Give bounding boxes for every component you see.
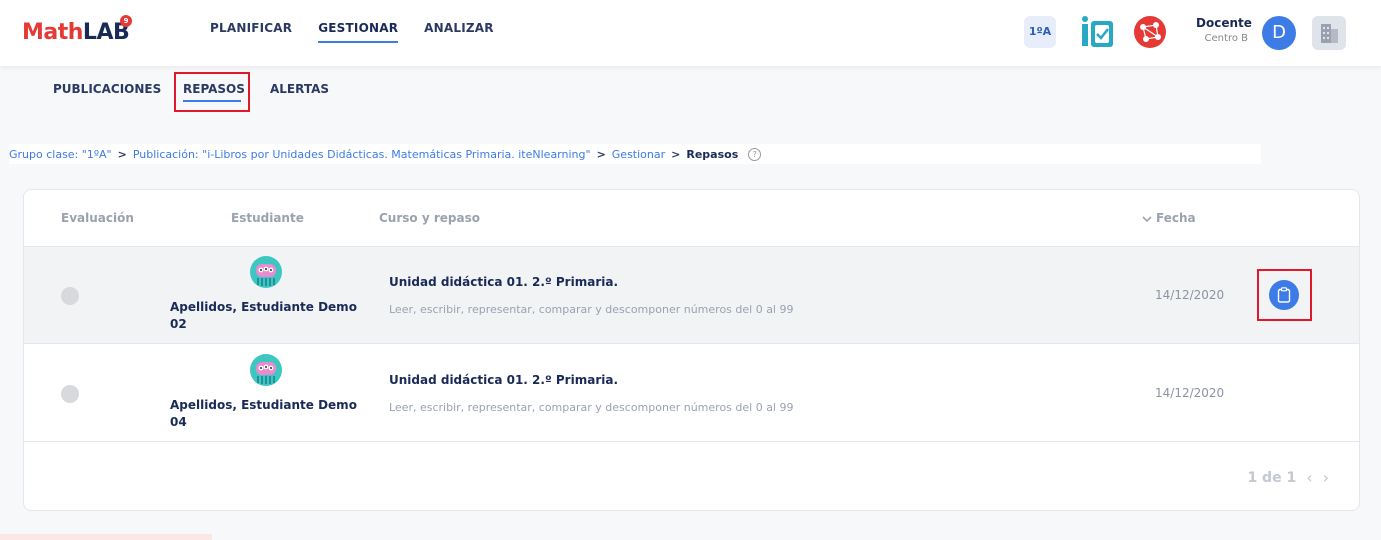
tab-alertas[interactable]: ALERTAS bbox=[270, 82, 329, 96]
evaluation-status-dot bbox=[61, 287, 79, 305]
bottom-decoration bbox=[0, 534, 212, 540]
breadcrumb-gestionar[interactable]: Gestionar bbox=[612, 148, 665, 161]
header-estudiante: Estudiante bbox=[231, 211, 304, 225]
breadcrumb-publicacion[interactable]: Publicación: "i-Libros por Unidades Didá… bbox=[133, 148, 591, 161]
evaluation-status-dot bbox=[61, 385, 79, 403]
student-name: Apellidos, Estudiante Demo 02 bbox=[170, 300, 357, 331]
table-header: Evaluación Estudiante Curso y repaso Fec… bbox=[24, 190, 1359, 247]
nav-analizar[interactable]: ANALIZAR bbox=[424, 21, 494, 43]
student-name: Apellidos, Estudiante Demo 04 bbox=[170, 398, 357, 429]
student-avatar-icon bbox=[250, 256, 282, 288]
chevron-right-icon[interactable]: › bbox=[1323, 468, 1329, 487]
notebook-check-icon[interactable] bbox=[1078, 14, 1116, 50]
highlight-box-repasos-tab bbox=[174, 72, 250, 112]
course-title: Unidad didáctica 01. 2.º Primaria. bbox=[389, 275, 619, 289]
repasos-table: Evaluación Estudiante Curso y repaso Fec… bbox=[23, 189, 1360, 511]
course-description: Leer, escribir, representar, comparar y … bbox=[389, 303, 794, 316]
course-description: Leer, escribir, representar, comparar y … bbox=[389, 401, 794, 414]
highlight-box-clipboard-button bbox=[1257, 269, 1312, 321]
network-app-icon[interactable] bbox=[1132, 14, 1168, 50]
tab-publicaciones[interactable]: PUBLICACIONES bbox=[53, 82, 161, 96]
user-avatar[interactable]: D bbox=[1262, 16, 1296, 50]
nav-gestionar[interactable]: GESTIONAR bbox=[318, 21, 399, 43]
top-bar: MathLAB 9 PLANIFICAR GESTIONAR ANALIZAR … bbox=[0, 0, 1381, 66]
user-role: Docente bbox=[1196, 16, 1252, 30]
table-row[interactable]: Apellidos, Estudiante Demo 04 Unidad did… bbox=[24, 345, 1359, 442]
header-evaluacion: Evaluación bbox=[61, 211, 134, 225]
table-row[interactable]: Apellidos, Estudiante Demo 02 Unidad did… bbox=[24, 247, 1359, 344]
breadcrumb-current: Repasos bbox=[686, 147, 739, 161]
breadcrumb: Grupo clase: "1ºA" > Publicación: "i-Lib… bbox=[9, 144, 1262, 164]
review-date: 14/12/2020 bbox=[1155, 288, 1225, 302]
mathlab-logo[interactable]: MathLAB bbox=[22, 20, 130, 45]
breadcrumb-separator: > bbox=[117, 147, 127, 161]
user-center: Centro B bbox=[1204, 33, 1248, 44]
header-fecha[interactable]: Fecha bbox=[1156, 211, 1196, 225]
logo-math: Math bbox=[22, 20, 83, 45]
building-icon[interactable] bbox=[1312, 16, 1346, 50]
logo-badge: 9 bbox=[120, 15, 132, 27]
breadcrumb-separator: > bbox=[671, 147, 681, 161]
course-title: Unidad didáctica 01. 2.º Primaria. bbox=[389, 373, 619, 387]
chevron-down-icon[interactable] bbox=[1142, 214, 1152, 224]
review-date: 14/12/2020 bbox=[1155, 386, 1225, 400]
breadcrumb-grupo[interactable]: Grupo clase: "1ºA" bbox=[9, 148, 112, 161]
nav-planificar[interactable]: PLANIFICAR bbox=[210, 21, 292, 43]
header-curso-repaso: Curso y repaso bbox=[379, 211, 480, 225]
student-avatar-icon bbox=[250, 354, 282, 386]
main-nav: PLANIFICAR GESTIONAR ANALIZAR bbox=[210, 21, 494, 43]
help-icon[interactable]: ? bbox=[748, 147, 762, 161]
group-badge[interactable]: 1ºA bbox=[1024, 16, 1056, 48]
pagination-label: 1 de 1 bbox=[1247, 469, 1297, 486]
chevron-left-icon[interactable]: ‹ bbox=[1306, 468, 1312, 487]
pagination: 1 de 1 ‹ › bbox=[1247, 468, 1329, 487]
breadcrumb-separator: > bbox=[596, 147, 606, 161]
